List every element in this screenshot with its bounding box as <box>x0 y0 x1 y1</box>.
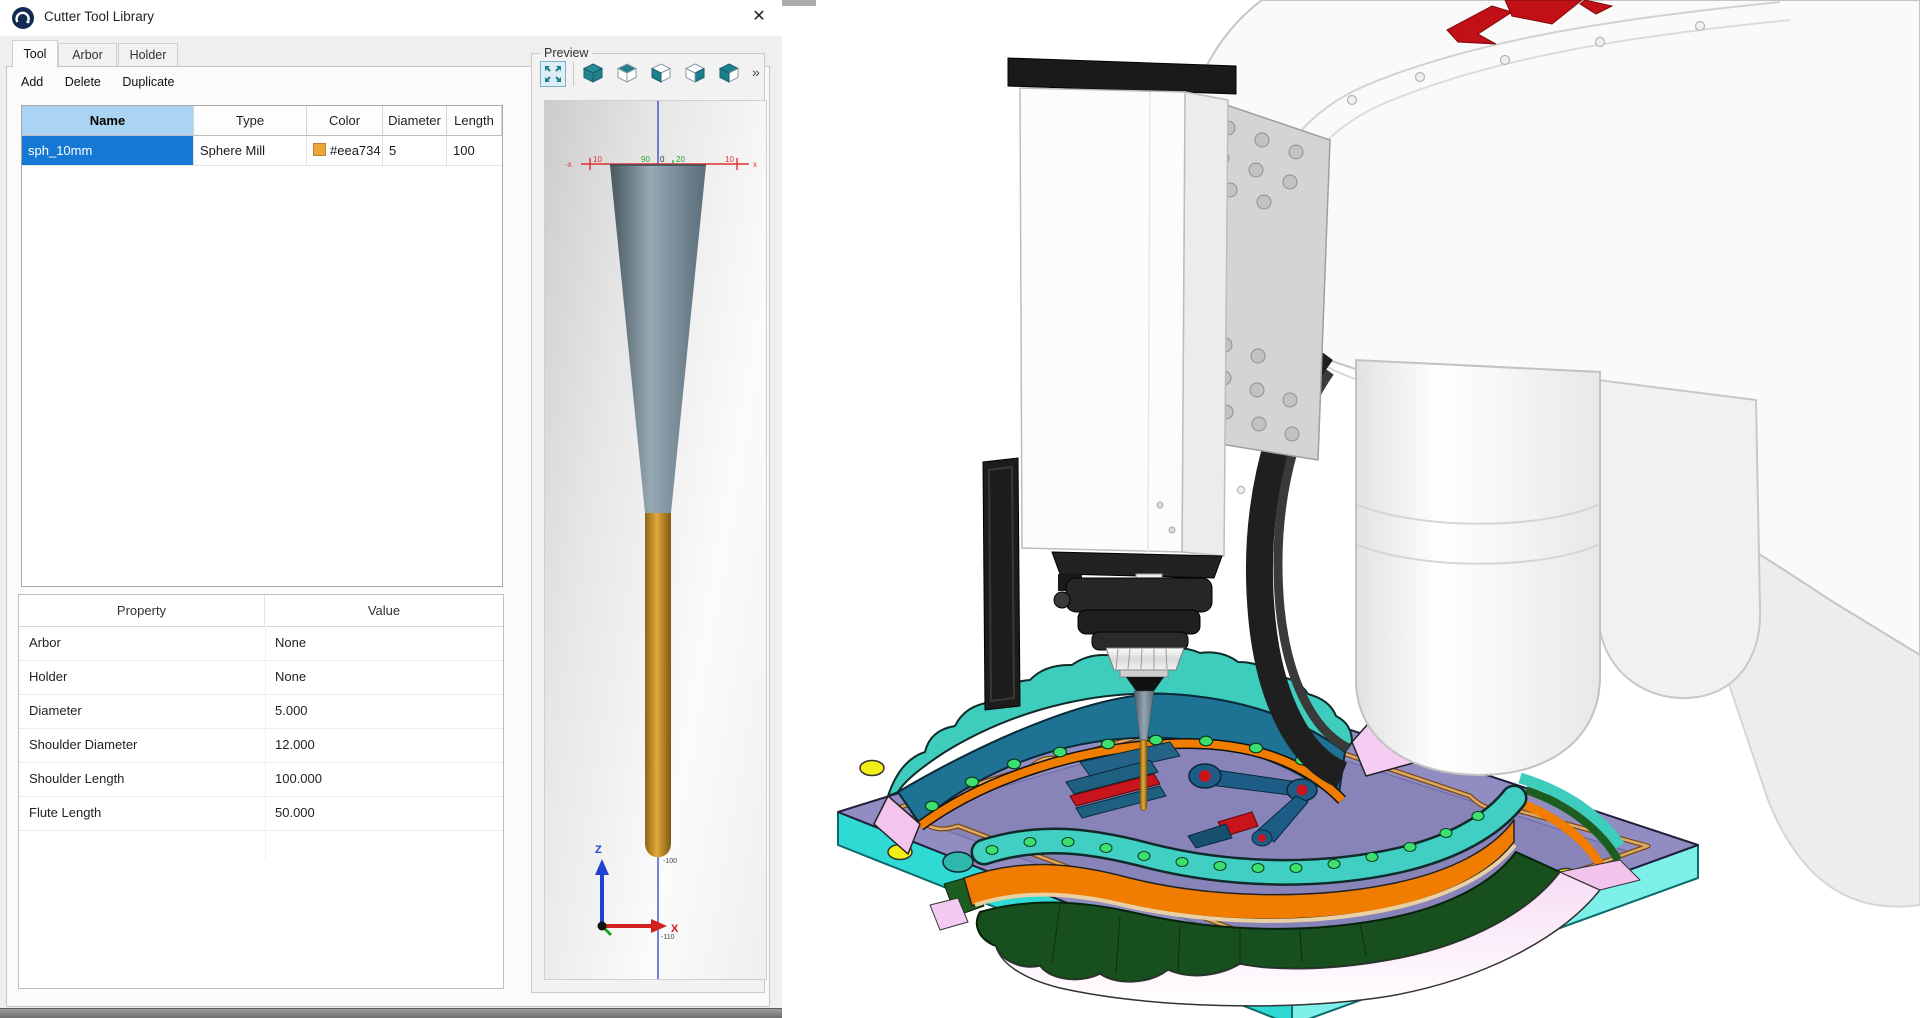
cell-tool-type: Sphere Mill <box>194 136 307 166</box>
cutting-tool-flute <box>1140 740 1147 811</box>
column-header-name: Name <box>22 106 194 136</box>
column-header-color: Color <box>307 106 383 136</box>
close-icon[interactable]: ✕ <box>746 4 772 30</box>
tool-3d-model <box>610 165 706 857</box>
top-view-cube-icon[interactable] <box>615 61 641 87</box>
back-view-cube-icon[interactable] <box>717 61 743 87</box>
preview-toolbar: » <box>540 61 760 91</box>
tool-table-header: Name Type Color Diameter Length <box>22 106 502 136</box>
duplicate-button[interactable]: Duplicate <box>122 75 174 89</box>
spindle-housing <box>1020 88 1185 552</box>
tool-menu-bar: Add Delete Duplicate <box>21 75 192 95</box>
tool-list-table: Name Type Color Diameter Length sph_10mm… <box>21 105 503 587</box>
app-logo-icon <box>11 6 35 30</box>
svg-text:20: 20 <box>676 155 685 164</box>
fit-view-icon[interactable] <box>540 61 566 87</box>
tab-tool[interactable]: Tool <box>12 40 58 68</box>
robot-milling-scene <box>782 0 1920 1018</box>
viewport-corner-tab <box>782 0 816 6</box>
tab-arbor[interactable]: Arbor <box>58 43 117 67</box>
preview-groupbox: Preview <box>531 46 765 993</box>
svg-text:10: 10 <box>593 155 602 164</box>
svg-text:10: 10 <box>725 155 734 164</box>
column-header-diameter: Diameter <box>383 106 447 136</box>
svg-text:x: x <box>753 160 757 169</box>
property-row-shoulder-diameter[interactable]: Shoulder Diameter12.000 <box>19 728 503 763</box>
front-view-cube-icon[interactable] <box>649 61 675 87</box>
property-row-diameter[interactable]: Diameter5.000 <box>19 694 503 729</box>
table-row-selected[interactable]: sph_10mm Sphere Mill #eea734 5 100 <box>22 136 502 166</box>
tip-coordinate-label: -100 <box>663 858 677 865</box>
property-row-flute-length[interactable]: Flute Length50.000 <box>19 796 503 831</box>
robot-wrist-rear-cylinder <box>1598 380 1760 698</box>
tab-holder[interactable]: Holder <box>118 43 178 67</box>
spindle-motor <box>1052 552 1222 650</box>
title-bar[interactable]: Cutter Tool Library ✕ <box>0 0 782 36</box>
toolbar-overflow-chevron[interactable]: » <box>752 64 760 80</box>
tool-preview-render: -x 10 90 0 20 10 x <box>545 101 766 979</box>
svg-text:Z: Z <box>595 844 602 856</box>
svg-text:0: 0 <box>660 155 665 164</box>
svg-text:X: X <box>671 923 679 935</box>
cell-tool-name: sph_10mm <box>22 136 194 166</box>
tool-preview-viewport[interactable]: -x 10 90 0 20 10 x <box>544 100 767 980</box>
column-header-value: Value <box>265 595 503 626</box>
axis-end-label: -110 <box>661 934 675 941</box>
iso-view-cube-icon[interactable] <box>581 61 607 87</box>
robot-wrist-cylinder <box>1356 360 1600 775</box>
preview-label: Preview <box>540 46 592 60</box>
cell-tool-color: #eea734 <box>307 136 383 166</box>
window-bottom-edge <box>0 1008 818 1018</box>
window-title: Cutter Tool Library <box>44 9 154 24</box>
svg-text:-x: -x <box>565 160 572 169</box>
right-view-cube-icon[interactable] <box>683 61 709 87</box>
machining-3d-viewport[interactable] <box>782 0 1920 1018</box>
delete-button[interactable]: Delete <box>65 75 101 89</box>
color-swatch <box>313 143 326 156</box>
property-grid-header: Property Value <box>19 595 503 627</box>
tool-tab-page: Add Delete Duplicate Name Type Color Dia… <box>6 66 770 1007</box>
column-header-property: Property <box>19 595 265 626</box>
svg-text:90: 90 <box>641 155 650 164</box>
toolbar-separator <box>573 62 574 86</box>
add-button[interactable]: Add <box>21 75 43 89</box>
cell-tool-diameter: 5 <box>383 136 447 166</box>
property-row-arbor[interactable]: ArborNone <box>19 626 503 661</box>
column-header-type: Type <box>194 106 307 136</box>
property-row-holder[interactable]: HolderNone <box>19 660 503 695</box>
cell-tool-length: 100 <box>447 136 502 166</box>
application-root: Cutter Tool Library ✕ Tool Arbor Holder … <box>0 0 1920 1018</box>
cutter-tool-library-window: Cutter Tool Library ✕ Tool Arbor Holder … <box>0 0 783 1008</box>
column-header-length: Length <box>447 106 502 136</box>
property-grid: Property Value ArborNone HolderNone Diam… <box>18 594 504 989</box>
property-row-shoulder-length[interactable]: Shoulder Length100.000 <box>19 762 503 797</box>
